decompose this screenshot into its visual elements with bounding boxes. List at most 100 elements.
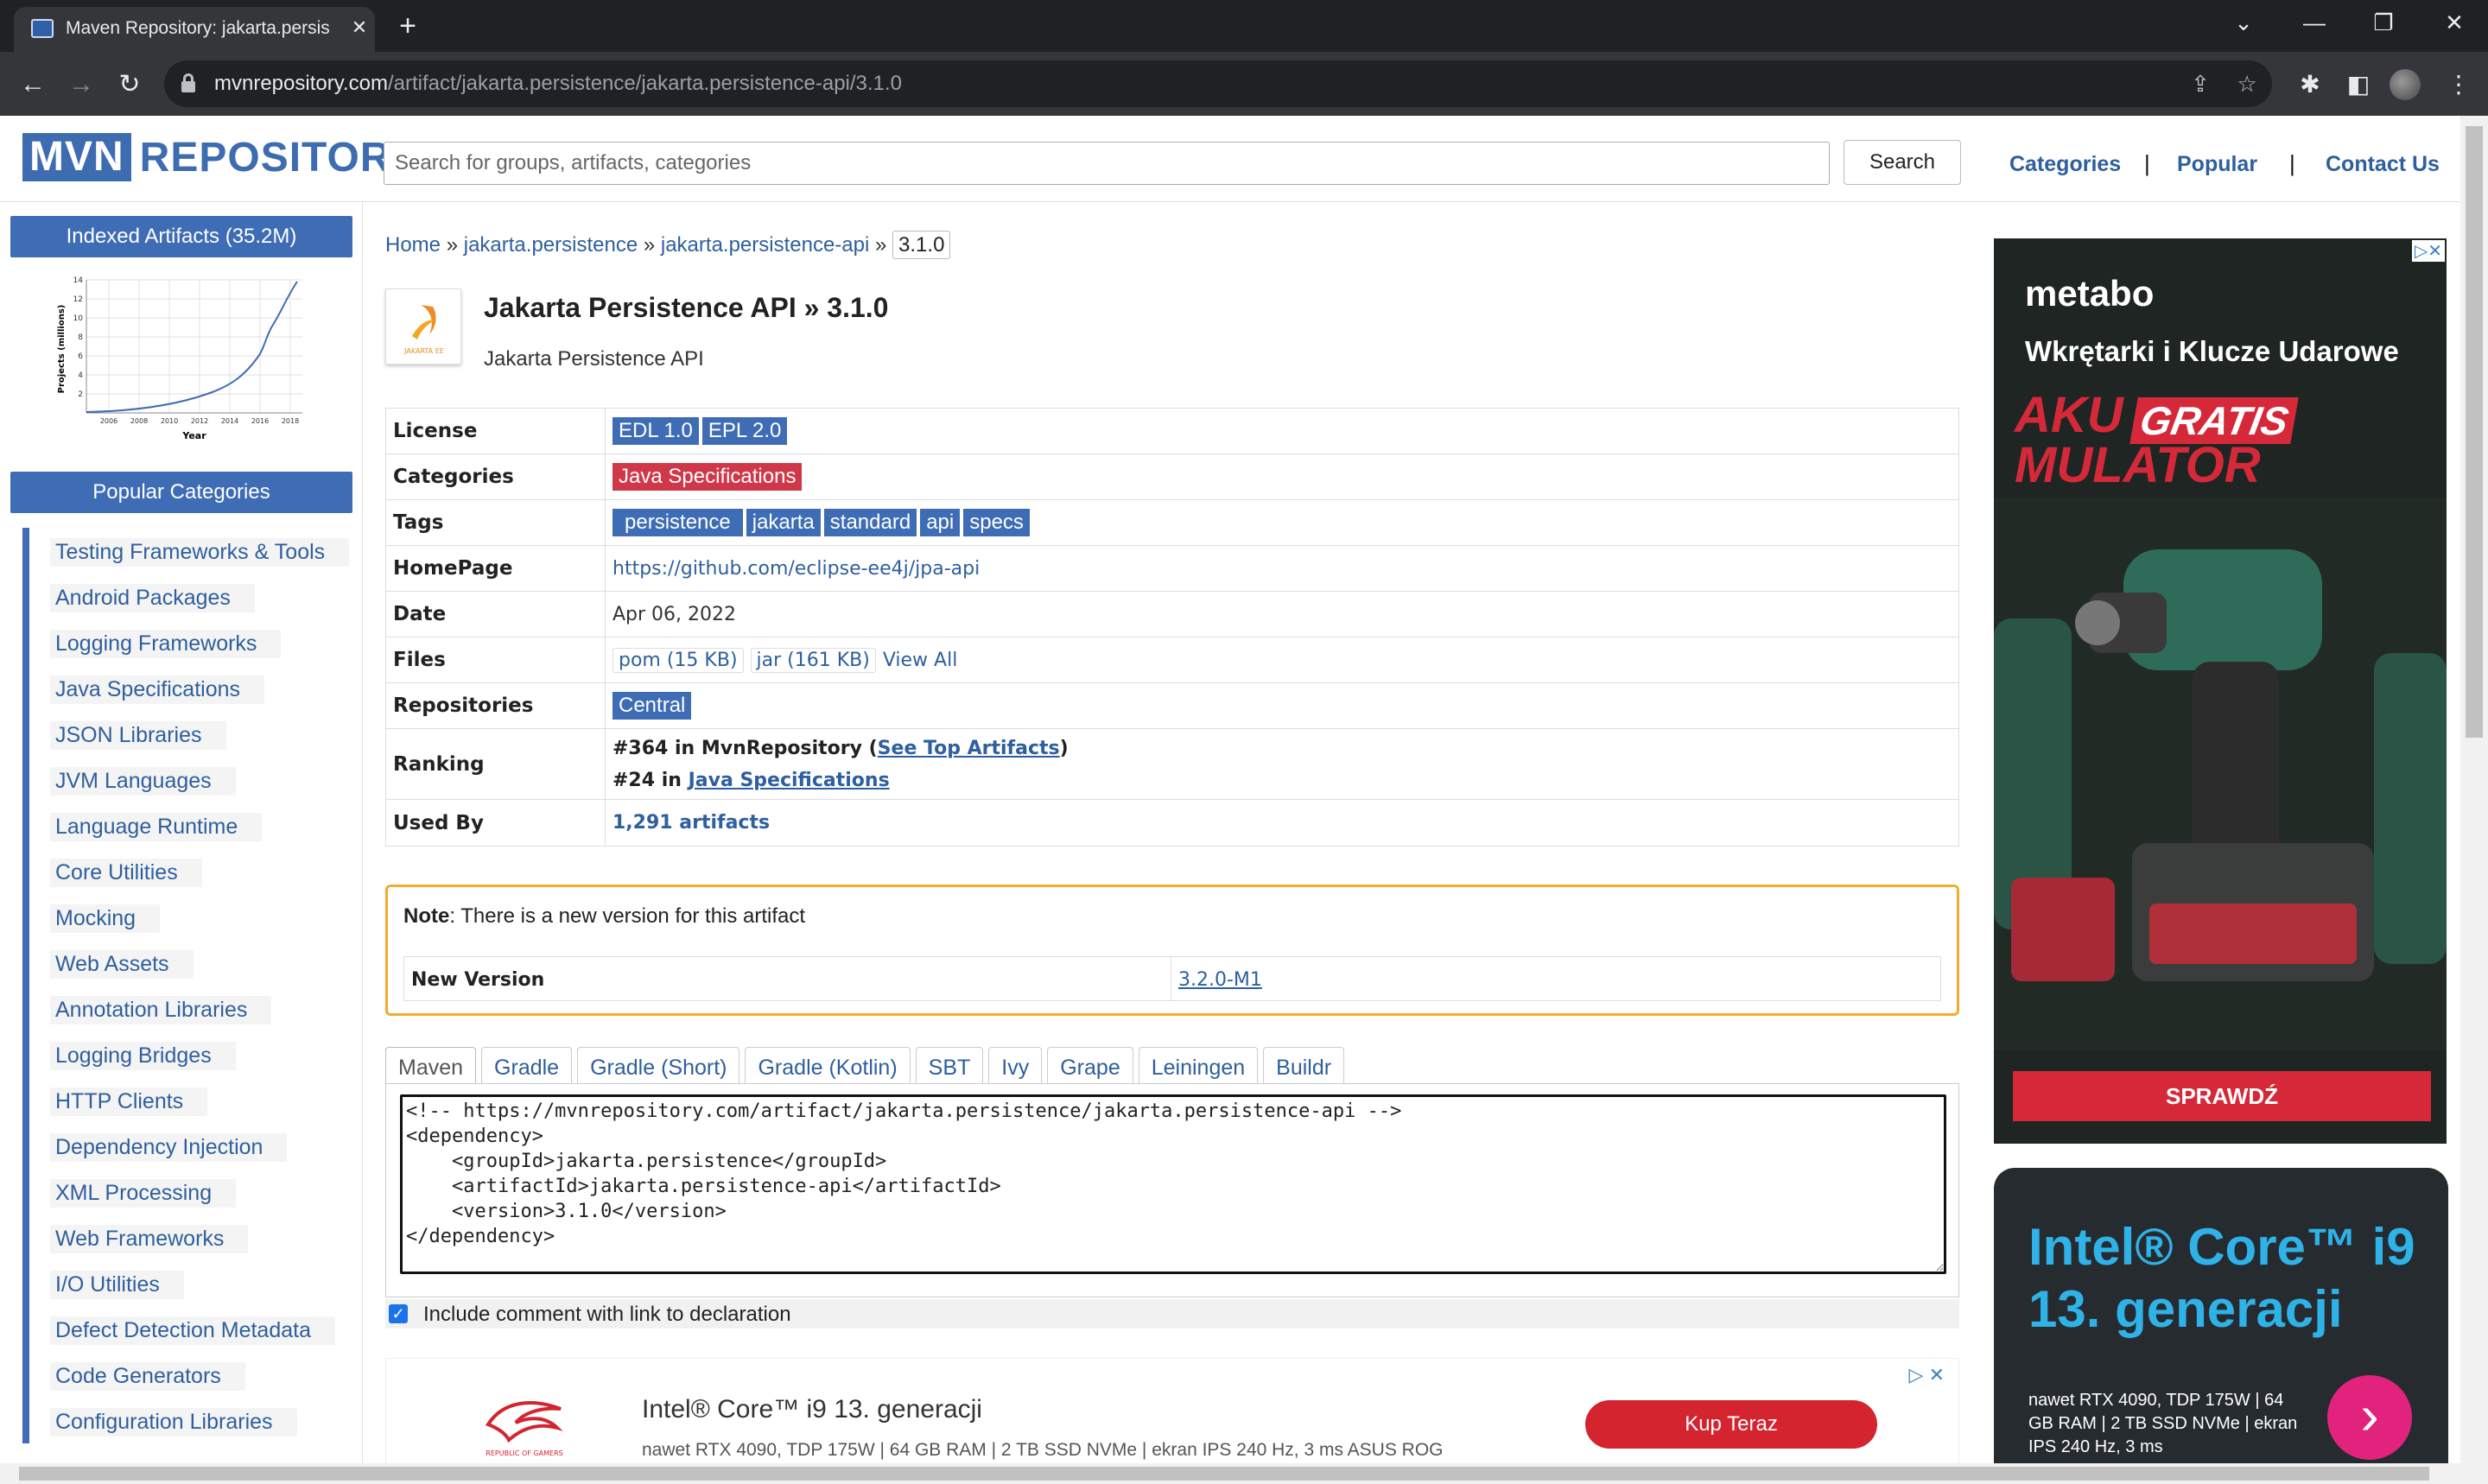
sidebar-category-label: Configuration Libraries bbox=[50, 1408, 297, 1436]
category-chip[interactable]: Java Specifications bbox=[612, 463, 803, 491]
tab-gradle[interactable]: Gradle bbox=[481, 1047, 573, 1085]
sidebar-category-item[interactable]: Annotation Libraries bbox=[22, 986, 351, 1031]
horizontal-scroll-thumb[interactable] bbox=[19, 1467, 2429, 1481]
artifact-subtitle: Jakarta Persistence API bbox=[484, 347, 704, 371]
chrome-menu-icon[interactable]: ⋮ bbox=[2441, 67, 2476, 102]
metabo-ad[interactable]: ▷✕ metabo Wkrętarki i Klucze Udarowe AKU… bbox=[1994, 238, 2447, 1144]
dependency-snippet[interactable] bbox=[400, 1094, 1946, 1274]
homepage-link[interactable]: https://github.com/eclipse-ee4j/jpa-api bbox=[612, 558, 980, 580]
pom-file-link[interactable]: pom (15 KB) bbox=[612, 647, 744, 673]
sidebar-category-item[interactable]: Language Runtime bbox=[22, 802, 351, 848]
chart-ytick: 2 bbox=[78, 390, 83, 399]
indexed-artifacts-chart[interactable]: 14 12 10 8 6 4 2 2006 2008 2010 2012 201… bbox=[52, 271, 311, 444]
new-tab-icon[interactable]: + bbox=[390, 9, 425, 43]
sidebar-category-item[interactable]: Java Specifications bbox=[22, 665, 351, 711]
sidebar-category-item[interactable]: Mocking bbox=[22, 894, 351, 940]
back-icon[interactable]: ← bbox=[14, 66, 52, 104]
sidebar-category-item[interactable]: Code Generators bbox=[22, 1352, 351, 1398]
browser-tab[interactable]: Maven Repository: jakarta.persis ✕ bbox=[14, 7, 375, 52]
tab-gradle-short[interactable]: Gradle (Short) bbox=[577, 1047, 740, 1085]
sidebar-category-item[interactable]: HTTP Clients bbox=[22, 1077, 351, 1123]
minimize-icon[interactable]: — bbox=[2284, 0, 2345, 45]
ad-buy-button[interactable]: Kup Teraz bbox=[1585, 1400, 1877, 1449]
forward-icon[interactable]: → bbox=[62, 66, 100, 104]
tab-leiningen[interactable]: Leiningen bbox=[1138, 1047, 1259, 1085]
tab-gradle-kotlin[interactable]: Gradle (Kotlin) bbox=[745, 1047, 911, 1085]
sidebar-category-item[interactable]: JVM Languages bbox=[22, 757, 351, 802]
mvn-repository-logo[interactable]: MVN REPOSITORY bbox=[22, 133, 418, 181]
repository-chip[interactable]: Central bbox=[612, 692, 692, 720]
sidebar-category-item[interactable]: Core Utilities bbox=[22, 848, 351, 894]
ad-choices-icon[interactable]: ▷✕ bbox=[2411, 240, 2445, 262]
breadcrumb-group[interactable]: jakarta.persistence bbox=[464, 233, 638, 257]
info-row-categories: Categories Java Specifications bbox=[386, 454, 1958, 500]
close-window-icon[interactable]: ✕ bbox=[2424, 0, 2485, 45]
vertical-scroll-thumb[interactable] bbox=[2466, 126, 2483, 738]
lock-icon[interactable] bbox=[181, 73, 195, 92]
tab-grape[interactable]: Grape bbox=[1047, 1047, 1133, 1085]
vertical-scrollbar[interactable] bbox=[2460, 116, 2488, 1463]
intel-ad[interactable]: Intel® Core™ i9 13. generacji nawet RTX … bbox=[1994, 1168, 2448, 1463]
nav-popular-link[interactable]: Popular bbox=[2177, 152, 2257, 177]
share-icon[interactable]: ⇪ bbox=[2186, 69, 2215, 98]
metabo-check-button[interactable]: SPRAWDŹ bbox=[2013, 1071, 2431, 1121]
nav-categories-link[interactable]: Categories bbox=[2009, 152, 2121, 177]
close-tab-icon[interactable]: ✕ bbox=[347, 16, 371, 40]
tag-chip[interactable]: specs bbox=[963, 509, 1030, 536]
jar-file-link[interactable]: jar (161 KB) bbox=[750, 647, 876, 673]
search-input[interactable] bbox=[384, 142, 1830, 185]
info-key: Files bbox=[386, 637, 606, 682]
breadcrumb-home[interactable]: Home bbox=[385, 233, 441, 257]
sidebar-category-item[interactable]: Logging Frameworks bbox=[22, 619, 351, 665]
chart-xtick: 2016 bbox=[251, 417, 269, 425]
ad-choices-icon[interactable]: ▷ ✕ bbox=[1909, 1364, 1945, 1386]
tag-chip[interactable]: standard bbox=[823, 509, 917, 536]
reload-icon[interactable]: ↻ bbox=[111, 66, 149, 104]
sidebar-category-item[interactable]: Web Frameworks bbox=[22, 1214, 351, 1260]
chevron-right-icon[interactable]: › bbox=[2327, 1375, 2412, 1460]
sidebar-category-item[interactable]: Web Assets bbox=[22, 940, 351, 986]
sidebar-category-item[interactable]: Dependency Injection bbox=[22, 1123, 351, 1169]
horizontal-scrollbar[interactable] bbox=[0, 1463, 2488, 1484]
info-key: Categories bbox=[386, 454, 606, 499]
license-chip[interactable]: EPL 2.0 bbox=[701, 417, 788, 445]
jakarta-ee-logo-icon: JAKARTA EE bbox=[385, 289, 461, 365]
sidebar-category-item[interactable]: Testing Frameworks & Tools bbox=[22, 528, 351, 574]
breadcrumb-artifact[interactable]: jakarta.persistence-api bbox=[661, 233, 869, 257]
sidebar-category-item[interactable]: Android Packages bbox=[22, 574, 351, 619]
sidebar-category-item[interactable]: Configuration Libraries bbox=[22, 1398, 351, 1443]
include-comment-checkbox[interactable]: ✓ bbox=[389, 1304, 408, 1323]
tag-chip[interactable]: api bbox=[920, 509, 961, 536]
sidebar-category-label: Web Assets bbox=[50, 950, 194, 979]
tab-sbt[interactable]: SBT bbox=[915, 1047, 984, 1085]
rank-category-link[interactable]: Java Specifications bbox=[689, 770, 890, 791]
tab-search-icon[interactable]: ⌄ bbox=[2213, 0, 2274, 45]
address-bar[interactable]: mvnrepository.com/artifact/jakarta.persi… bbox=[164, 60, 2272, 107]
sidebar-category-item[interactable]: I/O Utilities bbox=[22, 1260, 351, 1306]
sidebar-category-item[interactable]: Logging Bridges bbox=[22, 1031, 351, 1077]
new-version-link[interactable]: 3.2.0-M1 bbox=[1178, 969, 1262, 991]
restore-icon[interactable]: ❐ bbox=[2353, 0, 2414, 45]
tab-maven[interactable]: Maven bbox=[385, 1047, 477, 1085]
tag-chip[interactable]: jakarta bbox=[746, 509, 821, 536]
license-chip[interactable]: EDL 1.0 bbox=[612, 417, 699, 445]
view-all-files-link[interactable]: View All bbox=[883, 650, 957, 671]
sidebar-category-item[interactable]: Defect Detection Metadata bbox=[22, 1306, 351, 1352]
bookmark-star-icon[interactable]: ☆ bbox=[2232, 69, 2262, 98]
tab-buildr[interactable]: Buildr bbox=[1263, 1047, 1345, 1085]
asus-rog-ad-banner[interactable]: REPUBLIC OF GAMERS Intel® Core™ i9 13. g… bbox=[385, 1358, 1959, 1479]
profile-avatar[interactable] bbox=[2390, 69, 2421, 100]
sidebar-category-item[interactable]: JSON Libraries bbox=[22, 711, 351, 757]
search-button[interactable]: Search bbox=[1844, 140, 1961, 185]
see-top-artifacts-link[interactable]: See Top Artifacts bbox=[878, 738, 1060, 759]
info-key: Ranking bbox=[386, 729, 606, 799]
tab-ivy[interactable]: Ivy bbox=[988, 1047, 1043, 1085]
sidebar-category-item[interactable]: XML Processing bbox=[22, 1169, 351, 1214]
used-by-link[interactable]: 1,291 artifacts bbox=[612, 812, 770, 834]
nav-contact-link[interactable]: Contact Us bbox=[2326, 152, 2440, 177]
side-panel-icon[interactable]: ◧ bbox=[2341, 67, 2376, 102]
info-row-used-by: Used By 1,291 artifacts bbox=[386, 800, 1958, 846]
tag-chip[interactable]: persistence bbox=[612, 509, 743, 536]
extensions-icon[interactable]: ✱ bbox=[2293, 67, 2327, 102]
indexed-artifacts-title[interactable]: Indexed Artifacts (35.2M) bbox=[10, 216, 352, 257]
